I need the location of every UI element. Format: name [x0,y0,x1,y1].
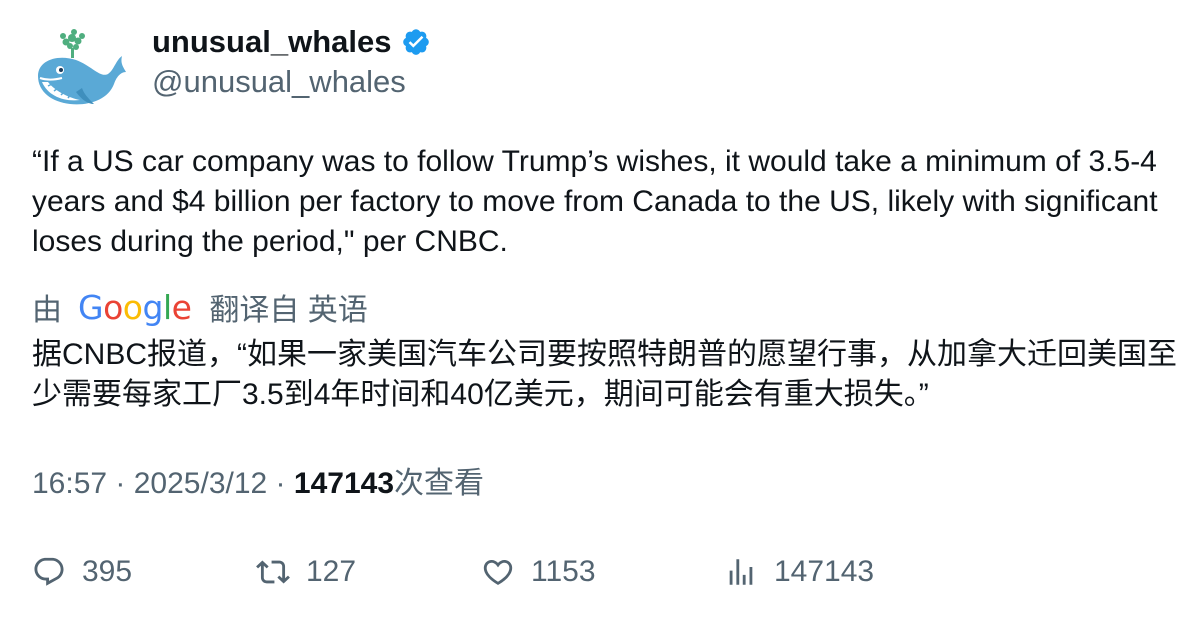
translation-by-label: 由 [32,294,62,327]
views-count: 147143 [293,467,394,500]
google-logo-letter: o [103,287,123,327]
tweet-date[interactable]: 2025/3/12 [134,467,267,500]
views-label: 次查看 [394,467,484,500]
google-logo-letter: e [171,287,192,327]
meta-separator: · [267,467,294,500]
translation-from-label: 翻译自 英语 [209,294,368,327]
author-display-name[interactable]: unusual_whales [152,22,431,62]
google-logo-letter: o [122,287,143,327]
reply-count: 395 [82,555,133,588]
tweet-time[interactable]: 16:57 [32,467,107,500]
author-display-name-text: unusual_whales [152,24,392,59]
reply-button[interactable]: 395 [32,550,132,594]
google-logo-letter: l [162,287,172,327]
retweet-button[interactable]: 127 [256,550,356,594]
google-logo: Google [78,287,192,327]
whale-logo-icon [38,29,126,105]
views-button[interactable]: 147143 [724,550,874,594]
reply-icon [34,557,64,586]
avatar[interactable] [30,22,126,118]
google-logo-letter: G [78,287,104,327]
google-logo-letter: g [142,287,163,327]
tweet-text: “If a US car company was to follow Trump… [32,145,1158,258]
translated-text: 据CNBC报道，“如果一家美国汽车公司要按照特朗普的愿望行事，从加拿大迁回美国至… [32,338,1177,411]
like-count: 1153 [531,555,596,588]
tweet-meta: 16:57 · 2025/3/12 · 147143次查看 [32,464,484,504]
action-bar: 395 127 1153 147143 [0,550,1196,594]
verified-badge-icon [403,29,430,55]
author-handle[interactable]: @unusual_whales [152,62,406,102]
meta-separator: · [107,467,134,500]
translation-attribution[interactable]: 由 Google 翻译自 英语 [32,287,368,328]
retweet-count: 127 [306,555,357,588]
heart-icon [483,559,513,585]
views-action-count: 147143 [774,555,875,588]
analytics-bars-icon [729,559,753,585]
retweet-icon [256,560,290,584]
like-button[interactable]: 1153 [481,550,596,594]
